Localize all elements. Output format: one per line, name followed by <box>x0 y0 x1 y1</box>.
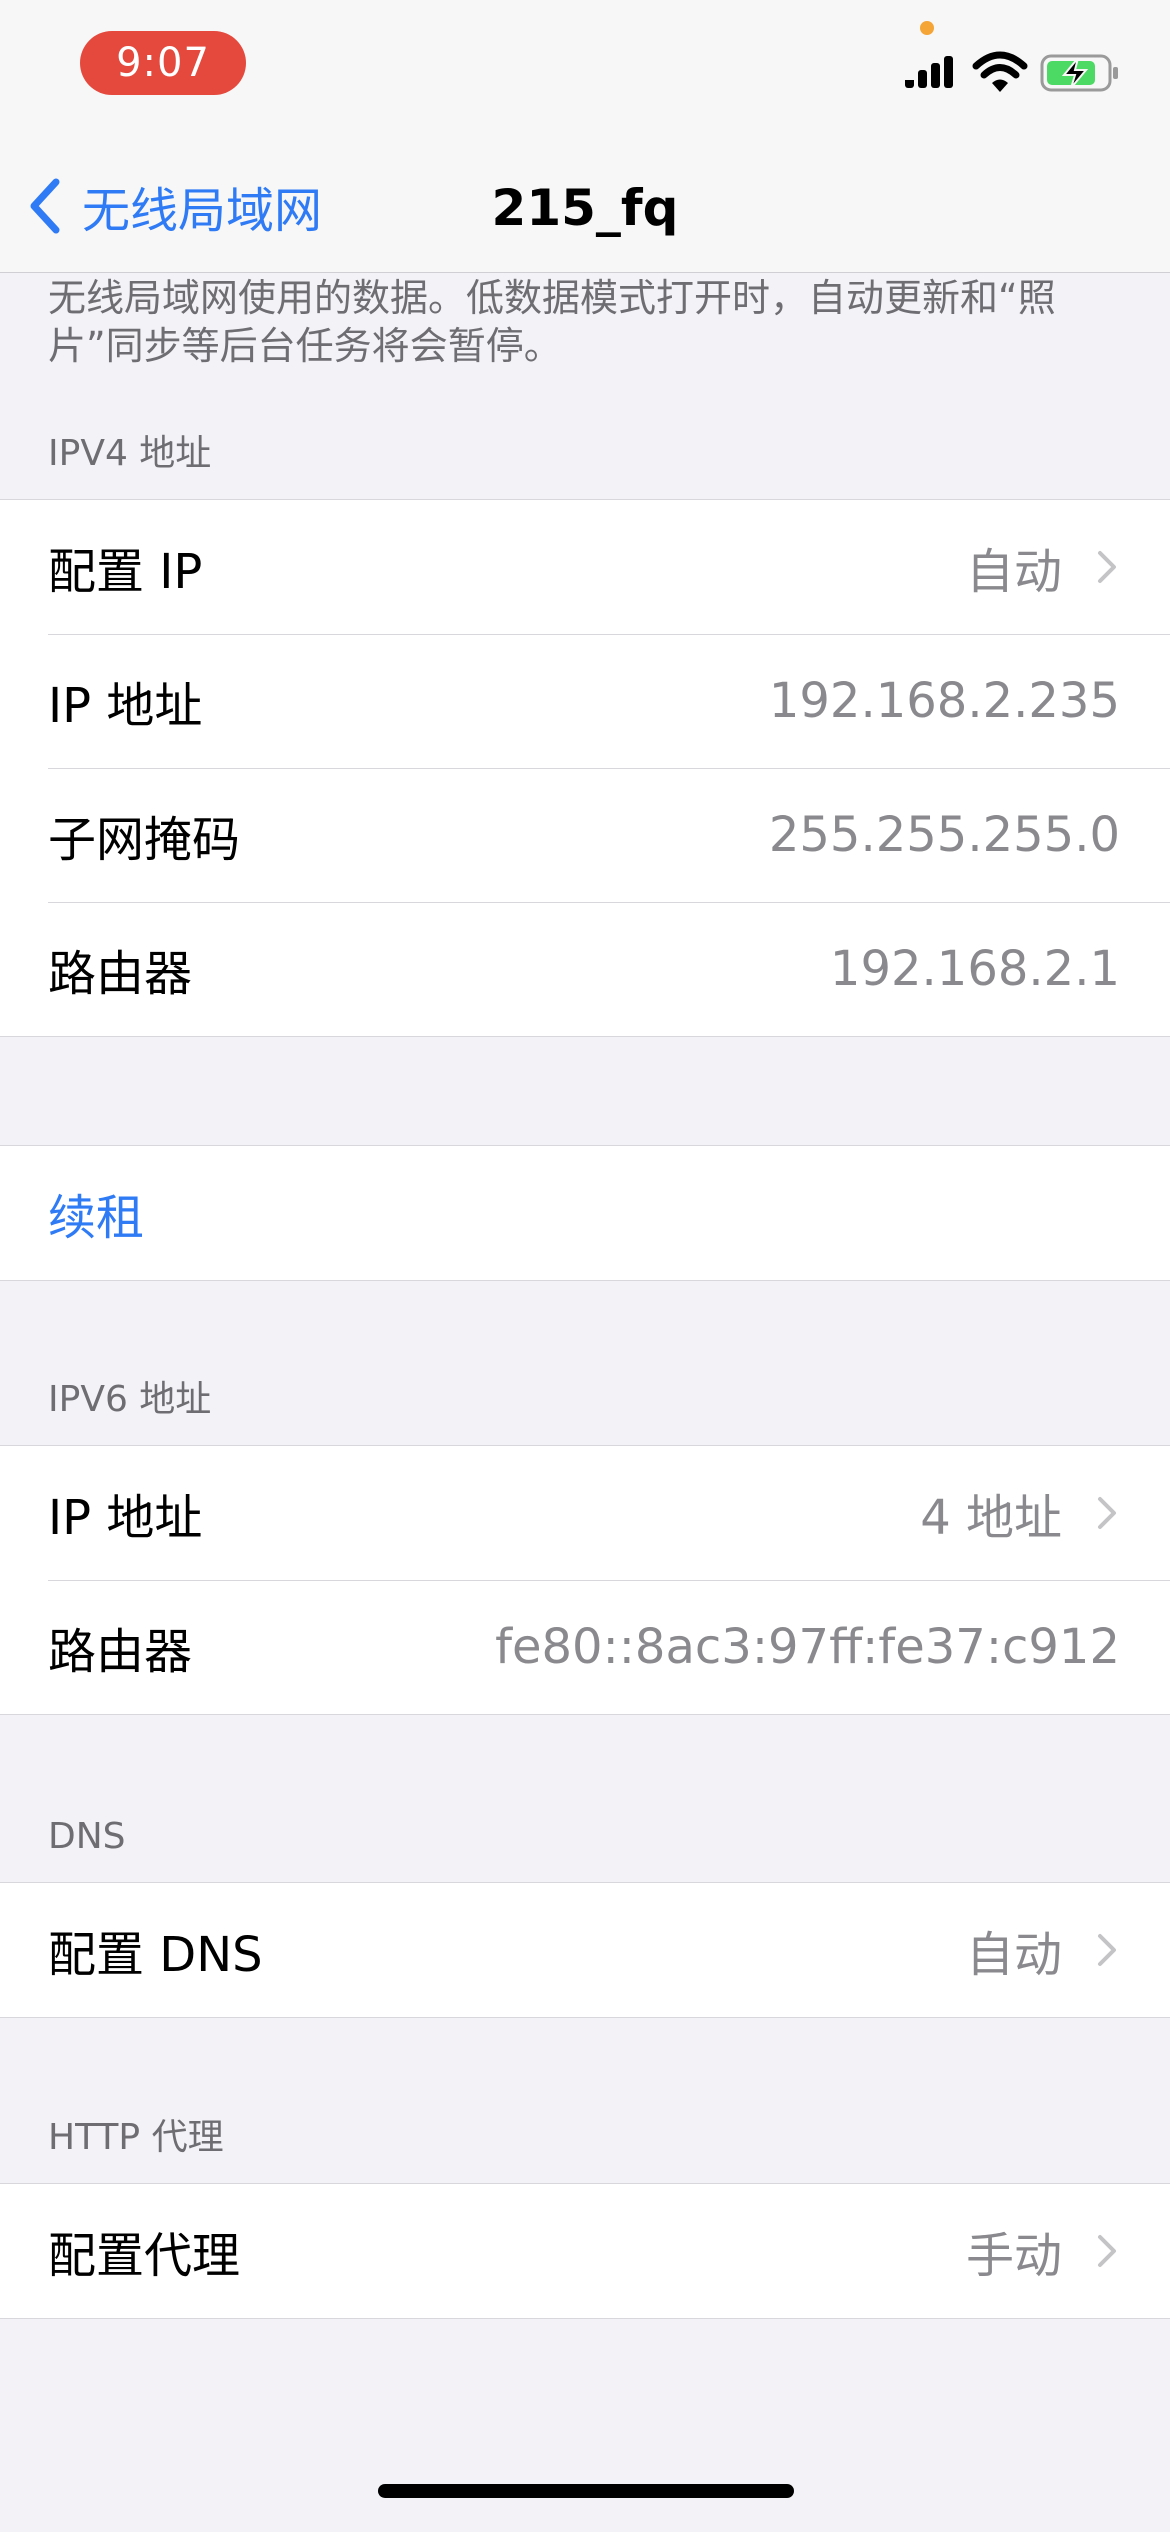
http-proxy-group: 配置代理 手动 <box>0 2183 1170 2319</box>
row-value: 自动 <box>965 1927 1062 1983</box>
status-bar: 9:07 <box>0 0 1170 150</box>
chevron-right-icon <box>1098 1497 1116 1529</box>
wifi-icon <box>972 51 1028 92</box>
row-value: 255.255.255.0 <box>768 807 1120 863</box>
row-label: IP 地址 <box>48 1490 203 1546</box>
navigation-bar: 无线局域网 215_fq <box>0 150 1170 273</box>
row-label: 路由器 <box>48 1624 193 1680</box>
row-configure-dns[interactable]: 配置 DNS 自动 <box>0 1883 1170 2017</box>
ipv6-group: IP 地址 4 地址 路由器 fe80::8ac3:97ff:fe37:c912 <box>0 1445 1170 1715</box>
row-label: 配置代理 <box>48 2228 241 2284</box>
section-header-ipv4: IPV4 地址 <box>48 433 212 474</box>
row-value: 192.168.2.235 <box>768 673 1120 729</box>
row-ipv6-router: 路由器 fe80::8ac3:97ff:fe37:c912 <box>0 1580 1170 1714</box>
row-ipv6-addresses[interactable]: IP 地址 4 地址 <box>0 1446 1170 1580</box>
ipv4-group: 配置 IP 自动 IP 地址 192.168.2.235 子网掩码 255.25… <box>0 499 1170 1037</box>
row-configure-ip[interactable]: 配置 IP 自动 <box>0 500 1170 634</box>
chevron-right-icon <box>1098 551 1116 583</box>
row-router: 路由器 192.168.2.1 <box>0 902 1170 1036</box>
battery-charging-icon <box>1040 54 1118 92</box>
status-time[interactable]: 9:07 <box>80 31 246 95</box>
signal-icon <box>905 56 953 88</box>
renew-lease-button[interactable]: 续租 <box>0 1146 1170 1280</box>
row-configure-proxy[interactable]: 配置代理 手动 <box>0 2184 1170 2318</box>
row-subnet-mask: 子网掩码 255.255.255.0 <box>0 768 1170 902</box>
row-value: 192.168.2.1 <box>829 941 1120 997</box>
row-value: 自动 <box>965 544 1062 600</box>
section-header-http-proxy: HTTP 代理 <box>48 2117 224 2158</box>
row-value: 手动 <box>965 2228 1062 2284</box>
row-label: 配置 IP <box>48 544 203 600</box>
row-label: 子网掩码 <box>48 812 241 868</box>
privacy-indicator-dot <box>920 21 934 35</box>
row-label: 路由器 <box>48 946 193 1002</box>
row-value: fe80::8ac3:97ff:fe37:c912 <box>495 1619 1120 1675</box>
section-header-ipv6: IPV6 地址 <box>48 1379 212 1420</box>
row-label: IP 地址 <box>48 678 203 734</box>
page-title: 215_fq <box>491 179 679 237</box>
chevron-right-icon <box>1098 1934 1116 1966</box>
low-data-mode-description: 无线局域网使用的数据。低数据模式打开时，自动更新和“照片”同步等后台任务将会暂停… <box>48 276 1056 368</box>
row-ip-address: IP 地址 192.168.2.235 <box>0 634 1170 768</box>
chevron-right-icon <box>1098 2235 1116 2267</box>
row-label: 配置 DNS <box>48 1927 263 1983</box>
home-indicator[interactable] <box>378 2484 794 2498</box>
row-value: 4 地址 <box>920 1490 1062 1546</box>
renew-lease-label: 续租 <box>48 1190 145 1246</box>
dns-group: 配置 DNS 自动 <box>0 1882 1170 2018</box>
section-header-dns: DNS <box>48 1816 126 1857</box>
renew-group: 续租 <box>0 1145 1170 1281</box>
